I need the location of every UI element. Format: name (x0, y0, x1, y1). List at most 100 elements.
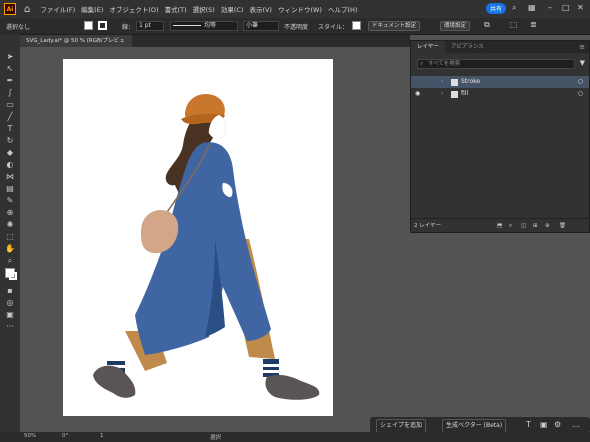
panel-menu-icon[interactable]: ≡ (579, 43, 585, 51)
search-icon: ⌕ (420, 61, 424, 67)
selection-tool-icon[interactable]: ➤ (5, 52, 15, 62)
generate-vector-button[interactable]: 生成ベクター (Beta) (442, 419, 507, 433)
transform-icon[interactable]: ⬚ (510, 20, 518, 29)
visibility-eye-icon[interactable]: ◉ (415, 88, 420, 100)
sock-right-stripe-2 (263, 370, 279, 373)
new-sublayer-icon[interactable]: ⊞ (533, 219, 538, 233)
arrange-icon[interactable]: ≣ (530, 20, 537, 29)
layer-thumbnail-icon (451, 79, 458, 86)
layer-row-fill[interactable]: ◉ › fill ○ (411, 88, 589, 100)
profile-label: 均等 (204, 22, 217, 29)
home-icon[interactable]: ⌂ (24, 4, 30, 15)
menu-select[interactable]: 選択(S) (193, 4, 215, 14)
layer-search-input[interactable]: ⌕ すべてを検索 (417, 59, 575, 69)
brush-tool-icon[interactable]: ╱ (5, 112, 15, 122)
zoom-tool-icon[interactable]: ⌕ (5, 256, 15, 266)
target-icon[interactable]: ○ (578, 88, 583, 100)
minimize-icon[interactable]: – (548, 3, 552, 12)
menu-help[interactable]: ヘルプ(H) (328, 4, 357, 14)
filter-icon[interactable]: ▼ (580, 59, 585, 67)
style-swatch[interactable] (352, 21, 361, 30)
close-icon[interactable]: ✕ (577, 3, 584, 12)
control-bar: 選択なし 線： 1 pt 均等 小筆 不透明度 スタイル： ドキュメント設定 環… (0, 18, 590, 35)
clipping-mask-icon[interactable]: ◫ (521, 219, 526, 233)
search-placeholder: すべてを検索 (428, 61, 461, 67)
menu-type[interactable]: 書式(T) (165, 4, 187, 14)
menu-edit[interactable]: 編集(E) (81, 4, 103, 14)
add-shape-button[interactable]: シェイプを追加 (376, 419, 427, 433)
eyedropper-tool-icon[interactable]: ✎ (5, 196, 15, 206)
align-icon[interactable]: ⧉ (484, 20, 490, 30)
share-button[interactable]: 共有 (486, 3, 506, 14)
pen-tool-icon[interactable]: ✒ (5, 76, 15, 86)
document-setup-button[interactable]: ドキュメント設定 (368, 21, 421, 31)
menu-file[interactable]: ファイル(F) (40, 4, 75, 14)
tab-appearance[interactable]: アピアランス (445, 41, 490, 53)
selection-status: 選択なし (6, 24, 31, 31)
zoom-field[interactable]: 50% (24, 433, 36, 439)
menu-view[interactable]: 表示(V) (249, 4, 272, 14)
stroke-color-icon[interactable] (9, 272, 17, 280)
tab-layers[interactable]: レイヤー (411, 41, 445, 53)
status-bar: 50% 0° 1 選択 (0, 432, 590, 442)
rectangle-tool-icon[interactable]: ▭ (5, 100, 15, 110)
type-icon[interactable]: T (526, 420, 531, 429)
delete-icon[interactable]: 🗑 (559, 219, 566, 233)
draw-mode-icon[interactable]: ◎ (5, 298, 15, 308)
locate-object-icon[interactable]: ⌕ (509, 219, 512, 233)
sock-right-stripe (263, 364, 279, 367)
stroke-swatch[interactable] (98, 21, 107, 30)
stroke-label: 線： (122, 24, 135, 31)
artboard[interactable] (63, 59, 333, 416)
brush-definition[interactable]: 小筆 (243, 21, 279, 31)
artboard-number[interactable]: 1 (100, 433, 104, 439)
illustrator-logo: Ai (4, 3, 16, 15)
image-icon[interactable]: ▣ (540, 420, 548, 429)
maximize-icon[interactable]: □ (562, 3, 570, 12)
preferences-button[interactable]: 環境設定 (440, 21, 471, 31)
settings-icon[interactable]: ⚙ (554, 420, 561, 429)
expand-arrow-icon[interactable]: › (441, 76, 443, 88)
more-options-icon[interactable]: … (572, 420, 580, 429)
expand-arrow-icon[interactable]: › (441, 88, 443, 100)
new-layer-icon[interactable]: ⊕ (545, 219, 550, 233)
type-tool-icon[interactable]: T (5, 124, 15, 134)
search-icon[interactable]: ⌕ (512, 3, 516, 13)
eraser-tool-icon[interactable]: ◆ (5, 148, 15, 158)
direct-selection-tool-icon[interactable]: ↖ (5, 64, 15, 74)
target-icon[interactable]: ○ (578, 76, 583, 88)
color-mode-icon[interactable]: ▪ (5, 286, 15, 296)
layer-thumbnail-icon (451, 91, 458, 98)
document-tab[interactable]: SVG_Lady.ai* @ 50 % (RGB/プレビュー) ✕ (20, 35, 132, 56)
blend-tool-icon[interactable]: ⊕ (5, 208, 15, 218)
style-label: スタイル： (318, 24, 349, 31)
fill-swatch[interactable] (84, 21, 93, 30)
menu-effect[interactable]: 効果(C) (221, 4, 244, 14)
layers-footer: 2 レイヤー ⬒ ⌕ ◫ ⊞ ⊕ 🗑 (411, 218, 589, 232)
artboard-tool-icon[interactable]: ⬚ (5, 232, 15, 242)
lady-illustration (93, 93, 320, 400)
contextual-task-bar: シェイプを追加 生成ベクター (Beta) T ▣ ⚙ … (370, 417, 590, 433)
shoe-left (93, 365, 136, 398)
curvature-tool-icon[interactable]: ∫ (5, 88, 15, 98)
symbol-sprayer-icon[interactable]: ✺ (5, 220, 15, 230)
hand-tool-icon[interactable]: ✋ (5, 244, 15, 254)
rotate-tool-icon[interactable]: ↻ (5, 136, 15, 146)
menu-object[interactable]: オブジェクト(O) (109, 4, 158, 14)
shape-builder-icon[interactable]: ◐ (5, 160, 15, 170)
layer-name[interactable]: fill (461, 88, 468, 100)
layer-name[interactable]: Stroke (461, 76, 480, 88)
workspace-icon[interactable]: ▦ (528, 3, 536, 12)
stroke-weight-field[interactable]: 1 pt (136, 21, 164, 31)
collect-export-icon[interactable]: ⬒ (497, 219, 502, 233)
width-tool-icon[interactable]: ⋈ (5, 172, 15, 182)
menu-window[interactable]: ウィンドウ(W) (278, 4, 322, 14)
gradient-tool-icon[interactable]: ▤ (5, 184, 15, 194)
rotation-field[interactable]: 0° (62, 433, 68, 439)
variable-width-profile[interactable]: 均等 (170, 21, 238, 31)
layer-count: 2 レイヤー (414, 223, 442, 229)
layer-row-stroke[interactable]: › Stroke ○ (411, 76, 589, 88)
screen-mode-icon[interactable]: ▣ (5, 310, 15, 320)
more-tools-icon[interactable]: ··· (5, 322, 15, 332)
opacity-label[interactable]: 不透明度 (284, 22, 308, 31)
